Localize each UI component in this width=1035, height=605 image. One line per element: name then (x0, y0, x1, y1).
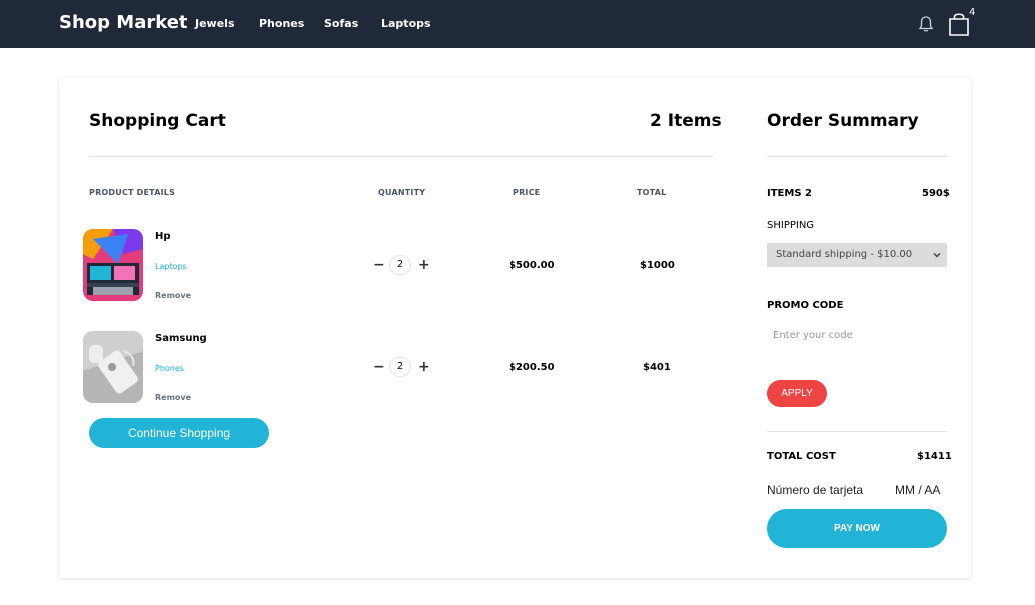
cart-count-badge: 4 (969, 7, 976, 18)
total-cost-value: $1411 (917, 451, 952, 462)
summary-items-label: ITEMS 2 (767, 188, 812, 199)
product-name: Samsung (155, 333, 207, 344)
quantity-increase-button[interactable]: + (418, 360, 430, 374)
cart-items-count: 2 Items (650, 111, 722, 131)
quantity-decrease-button[interactable]: − (373, 258, 385, 272)
card-expiry-field[interactable]: MM / AA (895, 483, 940, 497)
summary-items-value: 590$ (922, 188, 950, 199)
product-total: $1000 (640, 260, 675, 271)
remove-item-button[interactable]: Remove (155, 291, 191, 300)
shopping-bag-icon[interactable] (948, 11, 970, 37)
col-quantity: QUANTITY (378, 188, 426, 197)
quantity-input[interactable]: 2 (389, 255, 411, 275)
product-category-link[interactable]: Laptops (155, 262, 187, 271)
product-category-link[interactable]: Phones (155, 364, 184, 373)
product-total: $401 (643, 362, 671, 373)
total-divider (767, 431, 947, 432)
summary-divider (767, 156, 947, 157)
brand-logo[interactable]: Shop Market (59, 12, 188, 33)
continue-shopping-button[interactable]: Continue Shopping (89, 418, 269, 448)
bell-icon[interactable] (918, 15, 934, 33)
shipping-select[interactable]: Standard shipping - $10.00 (767, 243, 947, 267)
quantity-increase-button[interactable]: + (418, 258, 430, 272)
promo-code-label: PROMO CODE (767, 300, 844, 311)
cart-title: Shopping Cart (89, 111, 226, 131)
apply-promo-button[interactable]: APPLY (767, 380, 827, 407)
promo-code-input[interactable]: Enter your code (767, 324, 947, 348)
remove-item-button[interactable]: Remove (155, 393, 191, 402)
product-price: $500.00 (509, 260, 555, 271)
top-navbar: Shop Market Jewels Phones Sofas Laptops … (0, 0, 1035, 48)
card-number-field[interactable]: Número de tarjeta (767, 483, 863, 497)
col-price: PRICE (513, 188, 541, 197)
quantity-input[interactable]: 2 (389, 357, 411, 377)
total-cost-label: TOTAL COST (767, 451, 836, 462)
nav-link-jewels[interactable]: Jewels (195, 17, 235, 30)
cart-divider (89, 156, 713, 157)
pay-now-button[interactable]: PAY NOW (767, 509, 947, 548)
product-price: $200.50 (509, 362, 555, 373)
nav-link-sofas[interactable]: Sofas (324, 17, 358, 30)
chevron-down-icon (933, 252, 941, 258)
quantity-decrease-button[interactable]: − (373, 360, 385, 374)
nav-link-phones[interactable]: Phones (259, 17, 304, 30)
product-name: Hp (155, 231, 171, 242)
nav-link-laptops[interactable]: Laptops (381, 17, 431, 30)
shipping-label: SHIPPING (767, 220, 815, 231)
shipping-selected-option: Standard shipping - $10.00 (776, 249, 913, 260)
order-summary-title: Order Summary (767, 111, 919, 131)
product-thumbnail-hp[interactable] (83, 229, 143, 301)
col-total: TOTAL (637, 188, 667, 197)
product-thumbnail-samsung[interactable] (83, 331, 143, 403)
col-product-details: PRODUCT DETAILS (89, 188, 176, 197)
